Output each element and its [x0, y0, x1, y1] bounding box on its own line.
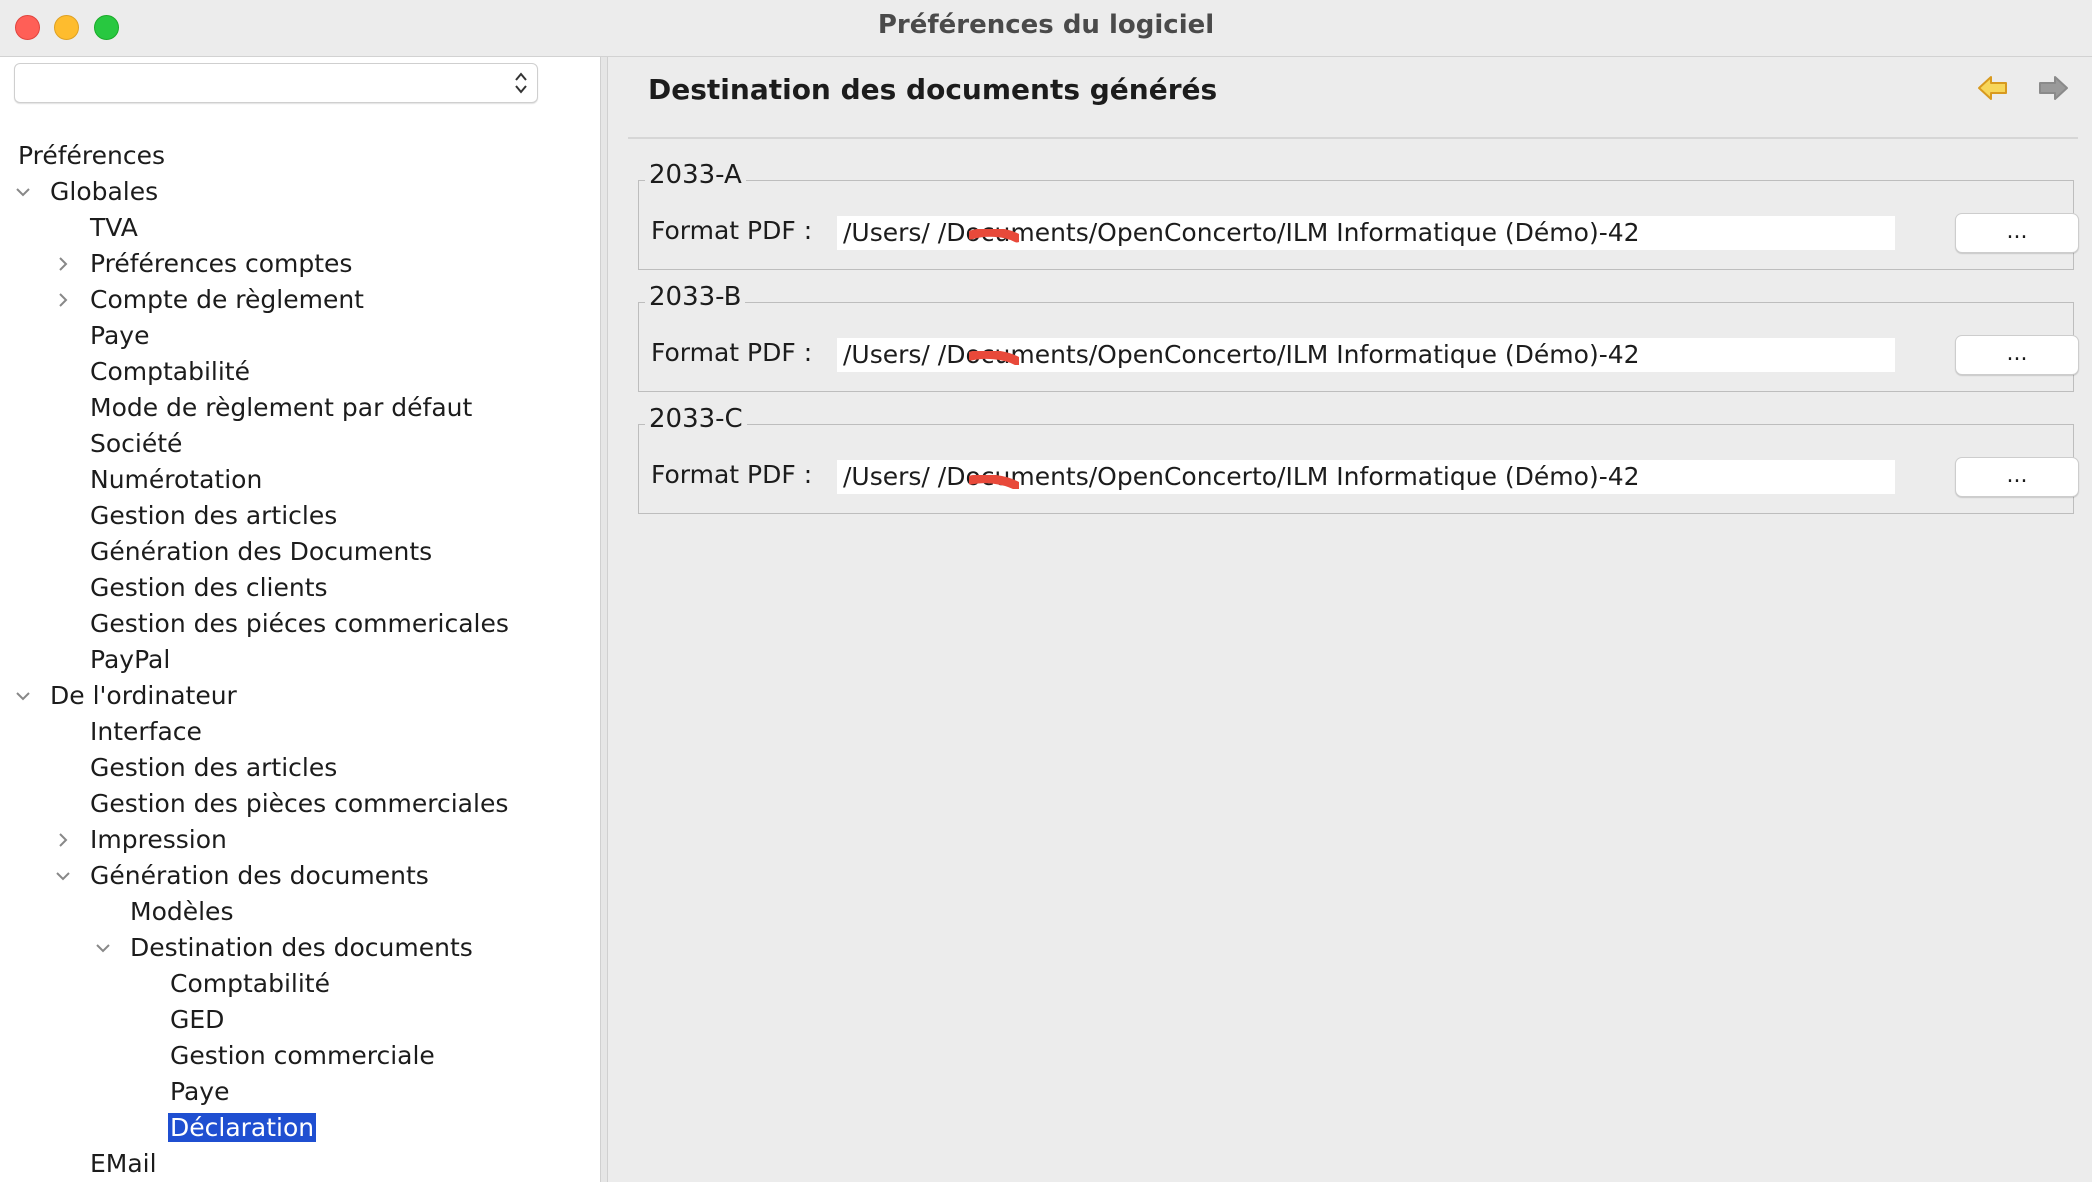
tree-item[interactable]: Paye [88, 319, 151, 353]
tree-item[interactable]: Gestion des articles [88, 499, 339, 533]
redaction-mark [969, 351, 1019, 365]
tree-item[interactable]: Gestion commerciale [168, 1039, 437, 1073]
tree-item-label: Gestion des piéces commericales [90, 609, 509, 638]
group-2033-c: 2033-C Format PDF : /Users/ /Documents/O… [638, 403, 2079, 514]
group-2033-b: 2033-B Format PDF : /Users/ /Documents/O… [638, 281, 2079, 392]
preferences-window: Préférences du logiciel Préférences Globa… [0, 0, 2092, 1182]
chevron-down-icon[interactable] [54, 867, 72, 885]
tree-item-label: Déclaration [168, 1113, 317, 1142]
format-pdf-label: Format PDF : [651, 216, 813, 245]
tree-item-label: Génération des Documents [90, 537, 433, 566]
chevron-right-icon[interactable] [54, 255, 72, 273]
chevron-right-icon[interactable] [54, 831, 72, 849]
tree-item-label: EMail [90, 1149, 157, 1178]
tree-item-label: Mode de règlement par défaut [90, 393, 473, 422]
tree-item-label: Gestion des clients [90, 573, 328, 602]
tree-item[interactable]: PayPal [88, 643, 172, 677]
browse-button[interactable]: ... [1955, 335, 2079, 375]
chevron-down-icon[interactable] [14, 687, 32, 705]
chevron-right-icon[interactable] [54, 291, 72, 309]
tree-item-label: Numérotation [90, 465, 263, 494]
tree-item-label: Paye [90, 321, 150, 350]
tree-item[interactable]: Génération des documents [56, 859, 431, 893]
tree-item-label: Génération des documents [90, 861, 429, 890]
tree-item-label: Gestion des articles [90, 753, 338, 782]
tree-item-label: Gestion des pièces commerciales [90, 789, 509, 818]
title-bar: Préférences du logiciel [0, 0, 2092, 57]
tree-item-label: Préférences [18, 141, 166, 170]
tree-item[interactable]: Comptabilité [168, 967, 332, 1001]
tree-item[interactable]: Destination des documents [96, 931, 475, 965]
tree-item-label: Société [90, 429, 183, 458]
tree-item-label: Interface [90, 717, 202, 746]
tree-item[interactable]: Globales [16, 175, 160, 209]
format-pdf-label: Format PDF : [651, 460, 813, 489]
preference-panel: Destination des documents générés 2033-A… [608, 57, 2092, 1182]
tree-item[interactable]: Impression [59, 823, 229, 857]
tree-item[interactable]: Déclaration [168, 1111, 317, 1145]
tree-item[interactable]: Société [88, 427, 184, 461]
redaction-mark [969, 475, 1019, 489]
tree-item-label: Globales [50, 177, 159, 206]
panel-title: Destination des documents générés [648, 73, 1218, 106]
preferences-sidebar: Préférences Globales TVA Préférences compte… [0, 57, 600, 1182]
group-title: 2033-C [645, 403, 747, 435]
tree-item[interactable]: Compte de règlement [59, 283, 366, 317]
tree-item[interactable]: Numérotation [88, 463, 264, 497]
group-title: 2033-B [645, 281, 746, 313]
tree-item-label: Paye [170, 1077, 230, 1106]
arrow-right-icon[interactable] [2036, 73, 2070, 103]
tree-item-label: PayPal [90, 645, 171, 674]
tree-item[interactable]: Comptabilité [88, 355, 252, 389]
tree-item[interactable]: EMail [88, 1147, 159, 1181]
tree-item[interactable]: Interface [88, 715, 204, 749]
tree-item[interactable]: Gestion des piéces commericales [88, 607, 511, 641]
arrow-left-icon[interactable] [1976, 73, 2010, 103]
tree-item[interactable]: Mode de règlement par défaut [88, 391, 474, 425]
tree-item[interactable]: TVA [88, 211, 140, 245]
tree-item-label: Modèles [130, 897, 234, 926]
tree-item-label: Gestion commerciale [170, 1041, 435, 1070]
tree-item[interactable]: De l'ordinateur [16, 679, 239, 713]
tree-item[interactable]: Gestion des articles [88, 751, 339, 785]
chevron-down-icon[interactable] [14, 183, 32, 201]
tree-item[interactable]: Préférences [16, 139, 167, 173]
tree-item[interactable]: Gestion des clients [88, 571, 330, 605]
browse-button[interactable]: ... [1955, 457, 2079, 497]
tree-item[interactable]: Gestion des pièces commerciales [88, 787, 510, 821]
tree-item-label: Gestion des articles [90, 501, 338, 530]
group-title: 2033-A [645, 159, 746, 191]
tree-item[interactable]: Paye [168, 1075, 231, 1109]
tree-item[interactable]: Génération des Documents [88, 535, 434, 569]
tree-item-label: Préférences comptes [90, 249, 353, 278]
redaction-mark [969, 229, 1019, 243]
tree-item-label: Compte de règlement [90, 285, 364, 314]
browse-button[interactable]: ... [1955, 213, 2079, 253]
group-2033-a: 2033-A Format PDF : /Users/ /Documents/O… [638, 159, 2079, 270]
tree-item-label: Impression [90, 825, 227, 854]
tree-item-label: Comptabilité [170, 969, 330, 998]
tree-item-label: Destination des documents [130, 933, 473, 962]
updown-chevron-icon [515, 72, 527, 94]
tree-item[interactable]: GED [168, 1003, 226, 1037]
tree-item-label: TVA [90, 213, 138, 242]
tree-item[interactable]: Modèles [128, 895, 235, 929]
tree-item-label: GED [170, 1005, 225, 1034]
window-title: Préférences du logiciel [877, 10, 1215, 40]
tree-item-label: De l'ordinateur [50, 681, 237, 710]
format-pdf-label: Format PDF : [651, 338, 813, 367]
split-pane-divider[interactable] [600, 57, 608, 1182]
tree-item[interactable]: Préférences comptes [59, 247, 354, 281]
tree-item-label: Comptabilité [90, 357, 250, 386]
chevron-down-icon[interactable] [94, 939, 112, 957]
header-separator [628, 137, 2078, 139]
preference-filter-combo[interactable] [14, 63, 538, 103]
